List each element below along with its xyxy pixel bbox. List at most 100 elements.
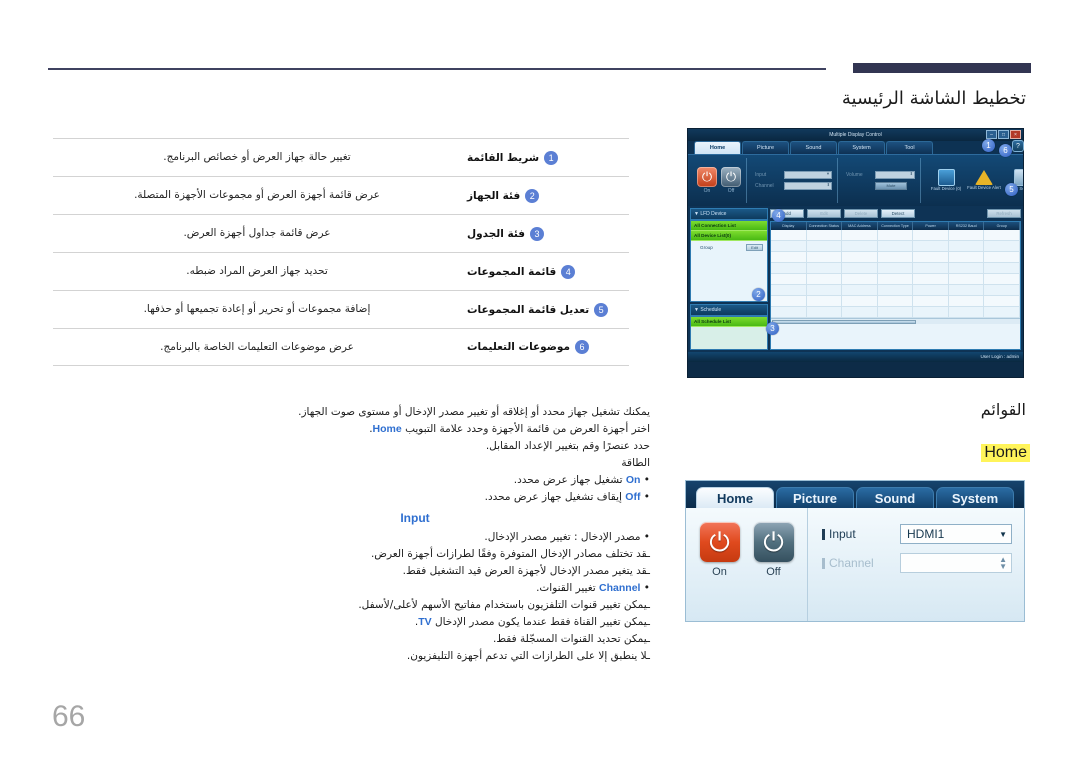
mdc-fault-alert-label: Fault Device Alert (967, 185, 1001, 191)
home-panel-input-label-wrap: Input (822, 527, 900, 541)
mdc-power-on-button[interactable]: ⏻ (697, 167, 717, 187)
chevron-down-icon[interactable]: ▼ (999, 530, 1007, 539)
mdc-col-power[interactable]: Power (913, 222, 949, 230)
mdc-tab-system[interactable]: System (838, 141, 885, 154)
legend-term: تعديل قائمة المجموعات (467, 303, 590, 316)
mdc-all-connection-list[interactable]: All Connection List (691, 221, 767, 231)
home-panel-tab-system[interactable]: System (936, 487, 1014, 508)
mdc-tab-home[interactable]: Home (694, 141, 741, 154)
mdc-application-screenshot: Multiple Display Control – □ × Home Pict… (687, 128, 1024, 378)
mdc-volume-spinner[interactable] (875, 171, 915, 179)
keyword-home: Home (372, 423, 402, 435)
mdc-col-connection-status[interactable]: Connection Status (807, 222, 843, 230)
legend-badge-6: 6 (575, 340, 589, 354)
table-row[interactable] (771, 274, 1020, 285)
mdc-grid-header: Display Connection Status MAC Address Co… (771, 222, 1020, 230)
home-panel-tab-home[interactable]: Home (696, 487, 774, 508)
legend-description: عرض قائمة أجهزة العرض أو مجموعات الأجهزة… (134, 189, 380, 202)
home-panel-on-label: On (712, 566, 727, 578)
field-marker-icon (822, 557, 825, 569)
mdc-refresh-button[interactable]: Refresh (987, 209, 1021, 218)
home-panel-channel-spinner[interactable]: ▲ ▼ (900, 553, 1012, 573)
mdc-toolbar: Add Edit Delete Detect Refresh (770, 208, 1021, 219)
home-panel-input-field: Input HDMI1 ▼ (822, 524, 1012, 544)
power-icon: ⏻ (709, 527, 730, 557)
home-panel-input-select[interactable]: HDMI1 ▼ (900, 524, 1012, 544)
minimize-icon[interactable]: – (986, 130, 997, 139)
section-heading-input: Input (400, 511, 430, 525)
mdc-source-group: Input Channel (750, 158, 838, 203)
table-row[interactable] (771, 241, 1020, 252)
mdc-tab-tool[interactable]: Tool (886, 141, 933, 154)
table-row[interactable] (771, 307, 1020, 318)
mdc-group-edit-button[interactable]: Edit (746, 244, 763, 251)
mdc-power-off-label: Off (727, 188, 735, 194)
mdc-col-display[interactable]: Display (771, 222, 807, 230)
mdc-col-connection-type[interactable]: Connection Type (878, 222, 914, 230)
table-row[interactable] (771, 263, 1020, 274)
sub-input-2: ـقد يتغير مصدر الإدخال لأجهزة العرض قيد … (402, 565, 650, 578)
mdc-schedule-header[interactable]: ▼ Schedule (690, 304, 768, 316)
sub-channel-1: ـيمكن تغيير قنوات التلفزيون باستخدام مفا… (358, 599, 650, 612)
mdc-horizontal-scrollbar[interactable] (771, 318, 1020, 324)
mdc-all-device-list[interactable]: All Device List(0) (691, 231, 767, 241)
callout-badge-3: 3 (766, 322, 779, 335)
mdc-device-grid[interactable]: Display Connection Status MAC Address Co… (770, 221, 1021, 350)
home-panel-power-off-button[interactable]: ⏻ (753, 522, 794, 562)
mdc-tab-picture[interactable]: Picture (742, 141, 789, 154)
bullet-on-text: تشغيل جهاز عرض محدد. (513, 474, 623, 486)
mdc-input-label: Input (755, 172, 767, 178)
help-icon[interactable]: ? (1012, 140, 1024, 152)
callout-badge-1: 1 (982, 139, 995, 152)
home-panel-power-on-button[interactable]: ⏻ (699, 522, 740, 562)
maximize-icon[interactable]: □ (998, 130, 1009, 139)
close-icon[interactable]: × (1010, 130, 1021, 139)
mdc-all-schedule-list[interactable]: All Schedule List (691, 317, 767, 327)
legend-description: تحديد جهاز العرض المراد ضبطه. (186, 265, 328, 278)
home-panel-channel-label: Channel (829, 556, 874, 570)
spinner-arrows-icon[interactable]: ▲ ▼ (999, 556, 1007, 571)
home-panel-tab-bar: Home Picture Sound System (686, 481, 1024, 508)
home-panel-tab-sound[interactable]: Sound (856, 487, 934, 508)
scrollbar-thumb[interactable] (772, 319, 917, 324)
mdc-volume-row: Volume (846, 171, 915, 179)
home-panel-off-wrap: ⏻ Off (753, 522, 794, 578)
power-icon: ⏻ (763, 527, 784, 557)
home-panel-input-value: HDMI1 (907, 527, 945, 541)
monitor-alert-icon (937, 169, 955, 187)
table-row[interactable] (771, 252, 1020, 263)
mdc-mute-button[interactable]: Mute (875, 182, 907, 190)
mdc-power-off-button[interactable]: ⏻ (721, 167, 741, 187)
body-line-3: حدد عنصرًا وقم بتغيير الإعداد المقابل. (485, 440, 650, 452)
table-row[interactable] (771, 230, 1020, 241)
mdc-col-rs232-baud[interactable]: RS232 Baud (949, 222, 985, 230)
legend-label-cell: 6 موضوعات التعليمات (461, 340, 629, 354)
mdc-lfd-device-header[interactable]: ▼ LFD Device (690, 208, 768, 220)
home-panel-tab-picture[interactable]: Picture (776, 487, 854, 508)
table-row[interactable] (771, 296, 1020, 307)
home-panel-screenshot: Home Picture Sound System ⏻ On ⏻ Off Inp… (685, 480, 1025, 622)
legend-description: عرض موضوعات التعليمات الخاصة بالبرنامج. (160, 340, 354, 353)
mdc-col-mac-address[interactable]: MAC Address (842, 222, 878, 230)
mdc-fault-device-button[interactable]: Fault Device (0) (929, 169, 963, 192)
mdc-col-group[interactable]: Group (984, 222, 1020, 230)
table-row: 1 شريط القائمة تغيير حالة جهاز العرض أو … (53, 138, 629, 176)
sub-channel-2-a: ـيمكن تغيير القناة فقط عندما يكون مصدر ا… (431, 616, 650, 629)
mdc-delete-button[interactable]: Delete (844, 209, 878, 218)
table-row[interactable] (771, 285, 1020, 296)
legend-term: فئة الجهاز (467, 189, 521, 202)
home-panel-power-group: ⏻ On ⏻ Off (686, 508, 808, 621)
table-row: 2 فئة الجهاز عرض قائمة أجهزة العرض أو مج… (53, 176, 629, 214)
mdc-input-row: Input (755, 171, 832, 179)
mdc-status-bar: User Login : admin (688, 352, 1023, 362)
mdc-channel-spinner[interactable] (784, 182, 832, 190)
body-line-2-text: اختر أجهزة العرض من قائمة الأجهزة وحدد ع… (401, 423, 650, 435)
mdc-edit-button[interactable]: Edit (807, 209, 841, 218)
home-panel-input-label: Input (829, 527, 856, 541)
mdc-tab-sound[interactable]: Sound (790, 141, 837, 154)
keyword-on: On (625, 474, 641, 486)
mdc-fault-device-alert-button[interactable]: Fault Device Alert (967, 170, 1001, 191)
mdc-volume-group: Volume Mute (841, 158, 921, 203)
mdc-detect-button[interactable]: Detect (881, 209, 915, 218)
mdc-input-select[interactable] (784, 171, 832, 179)
